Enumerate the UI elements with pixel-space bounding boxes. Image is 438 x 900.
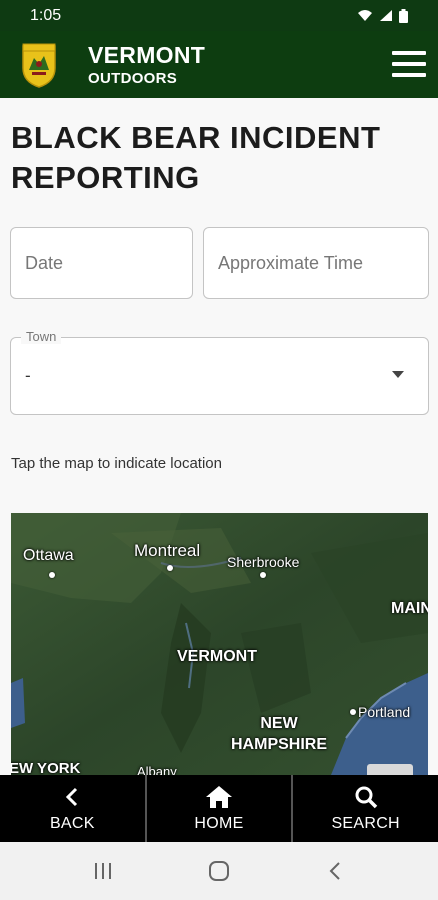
location-map[interactable]: Ottawa Montreal Sherbrooke MAIN VERMONT … <box>11 513 428 775</box>
wifi-icon <box>358 10 372 21</box>
date-field[interactable] <box>10 227 193 299</box>
bottom-nav: BACK HOME SEARCH <box>0 775 438 842</box>
back-button[interactable]: BACK <box>0 775 147 842</box>
app-header: VERMONT OUTDOORS <box>0 31 438 98</box>
system-nav-bar <box>0 842 438 900</box>
status-time: 1:05 <box>30 6 62 24</box>
home-system-button[interactable] <box>194 851 244 891</box>
town-value: - <box>25 366 31 385</box>
status-icons <box>357 8 408 23</box>
map-hint: Tap the map to indicate location <box>11 455 222 472</box>
map-marker-portland <box>350 709 356 715</box>
battery-icon <box>399 8 408 23</box>
map-label-ottawa: Ottawa <box>23 547 74 564</box>
search-label: SEARCH <box>331 814 400 832</box>
map-label-albany: Albany <box>137 764 177 775</box>
back-system-button[interactable] <box>310 851 360 891</box>
chevron-left-icon <box>66 787 78 806</box>
map-label-new-hampshire-line2: HAMPSHIRE <box>231 736 328 753</box>
vermont-outdoors-logo[interactable] <box>20 42 58 88</box>
search-button[interactable]: SEARCH <box>293 775 438 842</box>
status-bar: 1:05 <box>0 0 438 31</box>
map-label-sherbrooke: Sherbrooke <box>227 554 300 570</box>
map-marker-sherbrooke <box>260 572 266 578</box>
home-label: HOME <box>194 814 244 832</box>
date-input[interactable] <box>11 228 192 298</box>
search-icon <box>355 786 377 808</box>
back-label: BACK <box>49 814 95 832</box>
map-label-maine: MAIN <box>391 600 428 617</box>
map-marker-montreal <box>167 565 173 571</box>
brand-subtitle: OUTDOORS <box>88 69 178 87</box>
recent-apps-icon <box>95 863 111 879</box>
time-input[interactable] <box>204 228 428 298</box>
home-button[interactable]: HOME <box>147 775 294 842</box>
map-zoom-control[interactable] <box>367 764 413 775</box>
town-label: Town <box>21 329 62 344</box>
home-icon <box>206 785 232 808</box>
brand-title: VERMONT <box>88 41 206 68</box>
map-label-new-hampshire: NEW HAMPSHIRE <box>231 713 327 755</box>
map-label-portland: Portland <box>358 704 411 720</box>
brand: VERMONT OUTDOORS <box>88 41 206 87</box>
map-label-new-hampshire-line1: NEW <box>260 715 298 732</box>
map-label-new-york: EW YORK <box>11 760 81 775</box>
map-label-vermont: VERMONT <box>177 648 257 665</box>
map-marker-ottawa <box>49 572 55 578</box>
time-field[interactable] <box>203 227 429 299</box>
town-select[interactable]: Town - <box>10 329 429 415</box>
dropdown-arrow-icon <box>392 371 404 378</box>
signal-icon <box>380 10 392 21</box>
hamburger-menu-icon[interactable] <box>392 51 426 77</box>
recent-apps-button[interactable] <box>78 851 128 891</box>
home-circle-icon <box>209 861 229 881</box>
back-arrow-icon <box>329 862 340 880</box>
map-label-montreal: Montreal <box>134 541 201 560</box>
page-title: BLACK BEAR INCIDENT REPORTING <box>11 120 381 195</box>
